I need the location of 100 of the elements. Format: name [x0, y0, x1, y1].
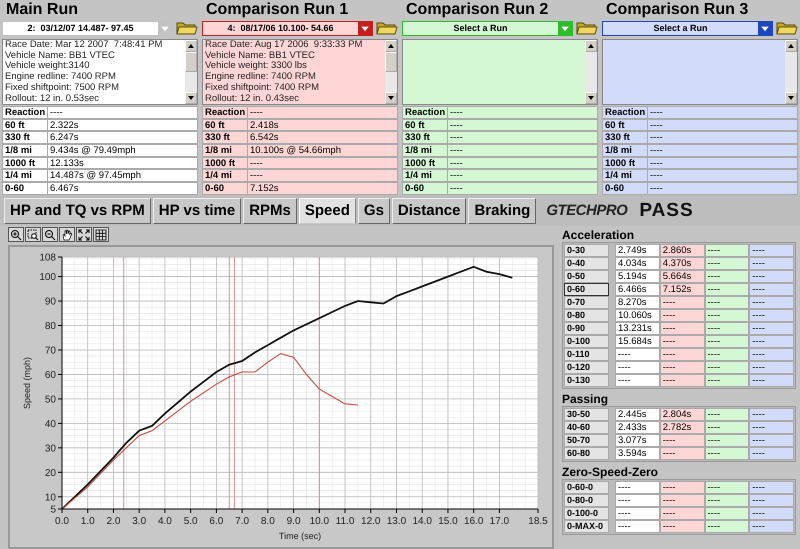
- row-label[interactable]: 30-50: [564, 408, 609, 421]
- table-cell: 7.152s: [660, 283, 704, 296]
- info-line: Vehicle Name: BB1 VTEC: [5, 50, 116, 61]
- table-cell: ----: [749, 361, 794, 374]
- row-label[interactable]: 0-80-0: [564, 494, 609, 507]
- scrollbar[interactable]: [585, 40, 597, 104]
- table-cell: 2.860s: [660, 244, 704, 257]
- stat-value: ----: [448, 144, 598, 157]
- axis-tick-label: 10.0: [310, 516, 330, 527]
- table-cell: ----: [749, 447, 794, 460]
- table-cell: ----: [704, 348, 750, 361]
- pan-button[interactable]: [59, 227, 75, 242]
- grid-icon: [95, 229, 107, 241]
- table-cell: ----: [660, 507, 704, 520]
- info-line: Engine redline: 7400 RPM: [205, 72, 317, 83]
- axis-tick-label: 108: [39, 252, 56, 264]
- row-label[interactable]: 0-70: [564, 296, 609, 309]
- section-title: Acceleration: [562, 228, 636, 242]
- row-label[interactable]: 0-120: [564, 361, 609, 374]
- table-cell: 5.664s: [660, 270, 704, 283]
- scrollbar[interactable]: [785, 40, 797, 104]
- stat-label: 60 ft: [2, 118, 48, 132]
- row-label[interactable]: 0-110: [564, 348, 609, 361]
- tab[interactable]: Gs: [358, 198, 390, 224]
- row-label[interactable]: 0-80: [564, 309, 609, 322]
- axis-tick-label: 70: [44, 345, 56, 356]
- row-label[interactable]: 0-100-0: [564, 507, 609, 520]
- row-label[interactable]: 60-80: [564, 447, 609, 460]
- row-label[interactable]: 40-60: [564, 421, 609, 434]
- stat-label: 0-60: [2, 182, 48, 195]
- table-cell: ----: [749, 244, 794, 257]
- tab[interactable]: Speed: [298, 198, 356, 224]
- table-cell: 2.782s: [660, 421, 704, 434]
- table-cell: 2.749s: [615, 244, 660, 257]
- stat-label: 1/8 mi: [402, 144, 448, 157]
- folder-icon[interactable]: [376, 20, 398, 36]
- run-dropdown[interactable]: 2: 03/12/07 14.487- 97.45: [2, 20, 173, 36]
- row-label[interactable]: 0-100: [564, 335, 609, 348]
- fit-button[interactable]: [76, 227, 92, 242]
- folder-icon[interactable]: [576, 20, 598, 36]
- row-label[interactable]: 0-30: [564, 244, 609, 257]
- table-cell: 15.684s: [615, 335, 660, 348]
- table-cell: ----: [749, 481, 794, 494]
- table-cell: ----: [704, 361, 750, 374]
- table-cell: ----: [704, 322, 750, 335]
- grid-button[interactable]: [93, 227, 109, 242]
- stat-label: 0-60: [202, 182, 248, 195]
- table-cell: 10.060s: [615, 309, 660, 322]
- tab[interactable]: HP vs time: [152, 198, 242, 224]
- run-dropdown[interactable]: Select a Run: [402, 20, 573, 36]
- caret-icon: [558, 22, 572, 34]
- table-cell: ----: [704, 520, 750, 533]
- zoom-out-button[interactable]: [42, 227, 58, 242]
- scrollbar[interactable]: [385, 40, 397, 104]
- stat-value: ----: [648, 118, 798, 132]
- row-label[interactable]: 0-90: [564, 322, 609, 335]
- zoom-in-button[interactable]: [8, 227, 24, 242]
- table-cell: ----: [704, 296, 750, 309]
- table-cell: ----: [615, 507, 660, 520]
- row-label[interactable]: 0-60: [564, 283, 609, 296]
- table-cell: ----: [615, 361, 660, 374]
- tab[interactable]: Braking: [468, 198, 536, 224]
- tab[interactable]: HP and TQ vs RPM: [4, 198, 151, 224]
- run-dropdown[interactable]: Select a Run: [602, 20, 773, 36]
- table-cell: ----: [749, 348, 794, 361]
- row-label[interactable]: 0-40: [564, 257, 609, 270]
- table-cell: ----: [660, 374, 704, 387]
- run-dropdown[interactable]: 4: 08/17/06 10.100- 54.66: [202, 20, 373, 36]
- axis-tick-label: 0.0: [55, 516, 69, 527]
- folder-icon[interactable]: [776, 20, 798, 36]
- run-title: Comparison Run 2: [405, 0, 550, 19]
- stat-label: 330 ft: [202, 131, 248, 144]
- stat-value: ----: [648, 131, 798, 144]
- axis-tick-label: 17.0: [490, 516, 510, 527]
- scrollbar[interactable]: [185, 40, 197, 104]
- tab[interactable]: RPMs: [243, 198, 297, 224]
- row-label[interactable]: 0-130: [564, 374, 609, 387]
- stat-label: 330 ft: [602, 131, 648, 144]
- folder-icon[interactable]: [176, 20, 198, 36]
- stat-value: 2.322s: [48, 118, 198, 132]
- stat-value: ----: [448, 118, 598, 132]
- row-label[interactable]: 0-60-0: [564, 481, 609, 494]
- table-cell: ----: [749, 270, 794, 283]
- row-label[interactable]: 50-70: [564, 434, 609, 447]
- stat-value: 12.133s: [48, 156, 198, 170]
- row-label[interactable]: 0-MAX-0: [564, 520, 609, 533]
- axis-tick-label: 16.0: [464, 516, 484, 527]
- zoom-box-button[interactable]: [25, 227, 41, 242]
- tab[interactable]: Distance: [392, 198, 466, 224]
- stat-label: Reaction: [602, 106, 648, 119]
- stat-value: ----: [648, 106, 798, 119]
- axis-tick-label: 13.0: [386, 516, 406, 527]
- stat-value: 7.152s: [248, 182, 398, 195]
- stat-value: 2.418s: [248, 118, 398, 132]
- table-cell: ----: [749, 296, 794, 309]
- row-label[interactable]: 0-50: [564, 270, 609, 283]
- stat-label: 60 ft: [602, 118, 648, 132]
- table-cell: 8.270s: [615, 296, 660, 309]
- table-cell: ----: [615, 481, 660, 494]
- stat-label: 1/4 mi: [2, 169, 48, 182]
